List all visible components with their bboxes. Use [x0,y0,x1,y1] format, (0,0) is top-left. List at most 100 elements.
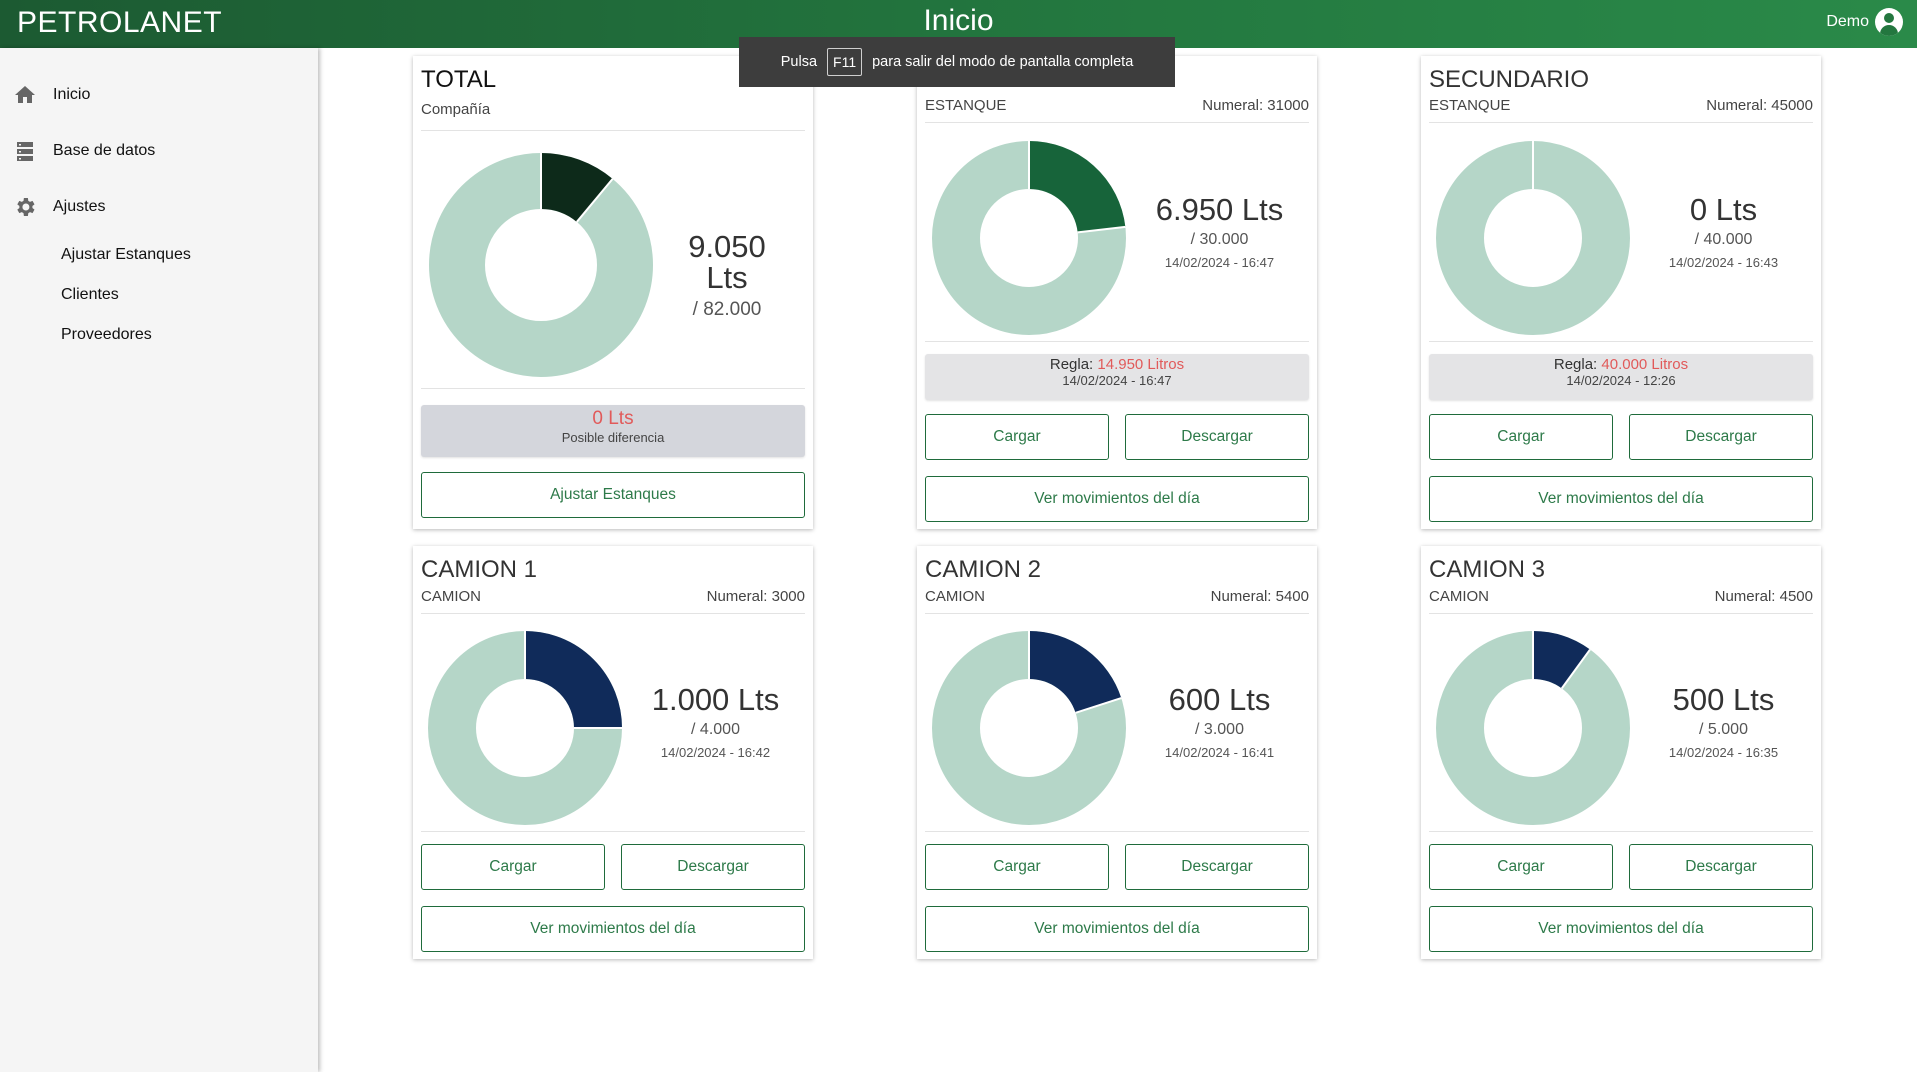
load-button[interactable]: Cargar [1429,844,1613,890]
tank-capacity: / 40.000 [1694,231,1753,248]
regla-value: 14.950 Litros [1097,356,1185,373]
card-subtitle: Compañía [421,101,491,118]
donut-fill-arc [523,631,622,730]
donut-fill-arc [539,153,613,223]
load-button[interactable]: Cargar [925,414,1109,460]
fullscreen-toast: Pulsa F11 para salir del modo de pantall… [739,37,1175,87]
difference-value: 0 Lts [592,408,634,429]
view-movements-button[interactable]: Ver movimientos del día [925,476,1309,522]
truck-reading: 600 Lts / 3.000 14/02/2024 - 16:41 [1137,684,1302,760]
truck-liters: 1.000 Lts [651,682,780,717]
gear-icon [13,195,37,219]
donut-fill-arc [1027,631,1122,714]
regla-label: Regla: [1049,356,1094,373]
view-movements-button[interactable]: Ver movimientos del día [925,906,1309,952]
card-type: ESTANQUE [1429,97,1511,114]
card-title: CAMION 1 [421,556,538,583]
card-type: ESTANQUE [925,97,1007,114]
tank-capacity: / 30.000 [1190,231,1249,248]
load-button[interactable]: Cargar [421,844,605,890]
toast-key: F11 [827,48,863,76]
sidebar-item-base-de-datos[interactable]: Base de datos [13,139,155,163]
brand-logo[interactable]: PETROLANET [17,6,222,40]
sidebar-item-label: Inicio [53,86,91,103]
home-icon [13,83,37,107]
truck-card-camion-2: CAMION 2 CAMION Numeral: 5400 600 Lts / … [917,546,1317,959]
truck-donut-chart [1436,631,1630,825]
divider [925,831,1309,832]
view-movements-button[interactable]: Ver movimientos del día [421,906,805,952]
tank-donut-chart [1436,141,1630,335]
sidebar-subitem-proveedores[interactable]: Proveedores [61,326,152,344]
total-donut-chart [429,153,653,377]
sidebar-subitem-ajustar-estanques[interactable]: Ajustar Estanques [61,246,191,264]
total-card: TOTAL Compañía 9.050 Lts / 82.000 0 Lts … [413,56,813,529]
unload-button[interactable]: Descargar [621,844,805,890]
sidebar-item-inicio[interactable]: Inicio [13,83,90,107]
page-title: Inicio [923,4,994,37]
donut-fill-arc [1027,141,1126,234]
divider [925,341,1309,342]
tank-liters: 6.950 Lts [1155,192,1284,227]
truck-capacity: / 5.000 [1699,721,1748,738]
regla-label: Regla: [1553,356,1598,373]
toast-suffix: para salir del modo de pantalla completa [872,54,1134,70]
unload-button[interactable]: Descargar [1125,414,1309,460]
tank-card-principal: PRINCIPAL ESTANQUE Numeral: 31000 6.950 … [917,56,1317,529]
truck-reading: 1.000 Lts / 4.000 14/02/2024 - 16:42 [633,684,798,760]
regla-box: Regla: 40.000 Litros 14/02/2024 - 12:26 [1429,354,1813,400]
tank-reading: 6.950 Lts / 30.000 14/02/2024 - 16:47 [1137,194,1302,270]
divider [421,130,805,131]
database-icon [13,139,37,163]
load-button[interactable]: Cargar [925,844,1109,890]
regla-value: 40.000 Litros [1601,356,1689,373]
card-numeral: Numeral: 3000 [706,588,805,605]
sidebar-item-label: Ajustes [53,198,106,215]
divider [1429,613,1813,614]
difference-label: Posible diferencia [561,430,665,445]
tank-card-secundario: SECUNDARIO ESTANQUE Numeral: 45000 0 Lts… [1421,56,1821,529]
divider [925,122,1309,123]
card-numeral: Numeral: 5400 [1210,588,1309,605]
truck-reading: 500 Lts / 5.000 14/02/2024 - 16:35 [1641,684,1806,760]
unload-button[interactable]: Descargar [1125,844,1309,890]
unload-button[interactable]: Descargar [1629,414,1813,460]
tank-reading: 0 Lts / 40.000 14/02/2024 - 16:43 [1641,194,1806,270]
divider [421,388,805,389]
truck-donut-chart [428,631,622,825]
truck-card-camion-3: CAMION 3 CAMION Numeral: 4500 500 Lts / … [1421,546,1821,959]
divider [421,831,805,832]
regla-time: 14/02/2024 - 16:47 [1062,373,1172,388]
difference-box: 0 Lts Posible diferencia [421,405,805,457]
tank-donut-chart [932,141,1126,335]
sidebar: Inicio Base de datos Ajustes Ajustar Est… [0,48,318,1072]
sidebar-subitem-clientes[interactable]: Clientes [61,286,119,304]
truck-timestamp: 14/02/2024 - 16:41 [1164,745,1275,760]
card-title: SECUNDARIO [1429,66,1590,93]
regla-box: Regla: 14.950 Litros 14/02/2024 - 16:47 [925,354,1309,400]
toast-prefix: Pulsa [780,54,818,70]
divider [1429,831,1813,832]
adjust-tanks-button[interactable]: Ajustar Estanques [421,472,805,518]
view-movements-button[interactable]: Ver movimientos del día [1429,476,1813,522]
card-numeral: Numeral: 45000 [1706,97,1813,114]
truck-timestamp: 14/02/2024 - 16:42 [660,745,771,760]
total-capacity: / 82.000 [692,299,762,320]
sidebar-item-label: Base de datos [53,142,156,159]
view-movements-button[interactable]: Ver movimientos del día [1429,906,1813,952]
tank-liters: 0 Lts [1689,192,1758,227]
divider [1429,122,1813,123]
card-title: CAMION 3 [1429,556,1546,583]
unload-button[interactable]: Descargar [1629,844,1813,890]
load-button[interactable]: Cargar [1429,414,1613,460]
card-numeral: Numeral: 31000 [1202,97,1309,114]
card-numeral: Numeral: 4500 [1714,588,1813,605]
truck-capacity: / 4.000 [691,721,740,738]
user-menu[interactable]: Demo [1826,8,1903,36]
truck-liters: 500 Lts [1672,682,1775,717]
user-name: Demo [1826,13,1869,30]
sidebar-item-ajustes[interactable]: Ajustes [13,195,105,219]
divider [1429,341,1813,342]
divider [925,613,1309,614]
card-type: CAMION [925,588,985,605]
